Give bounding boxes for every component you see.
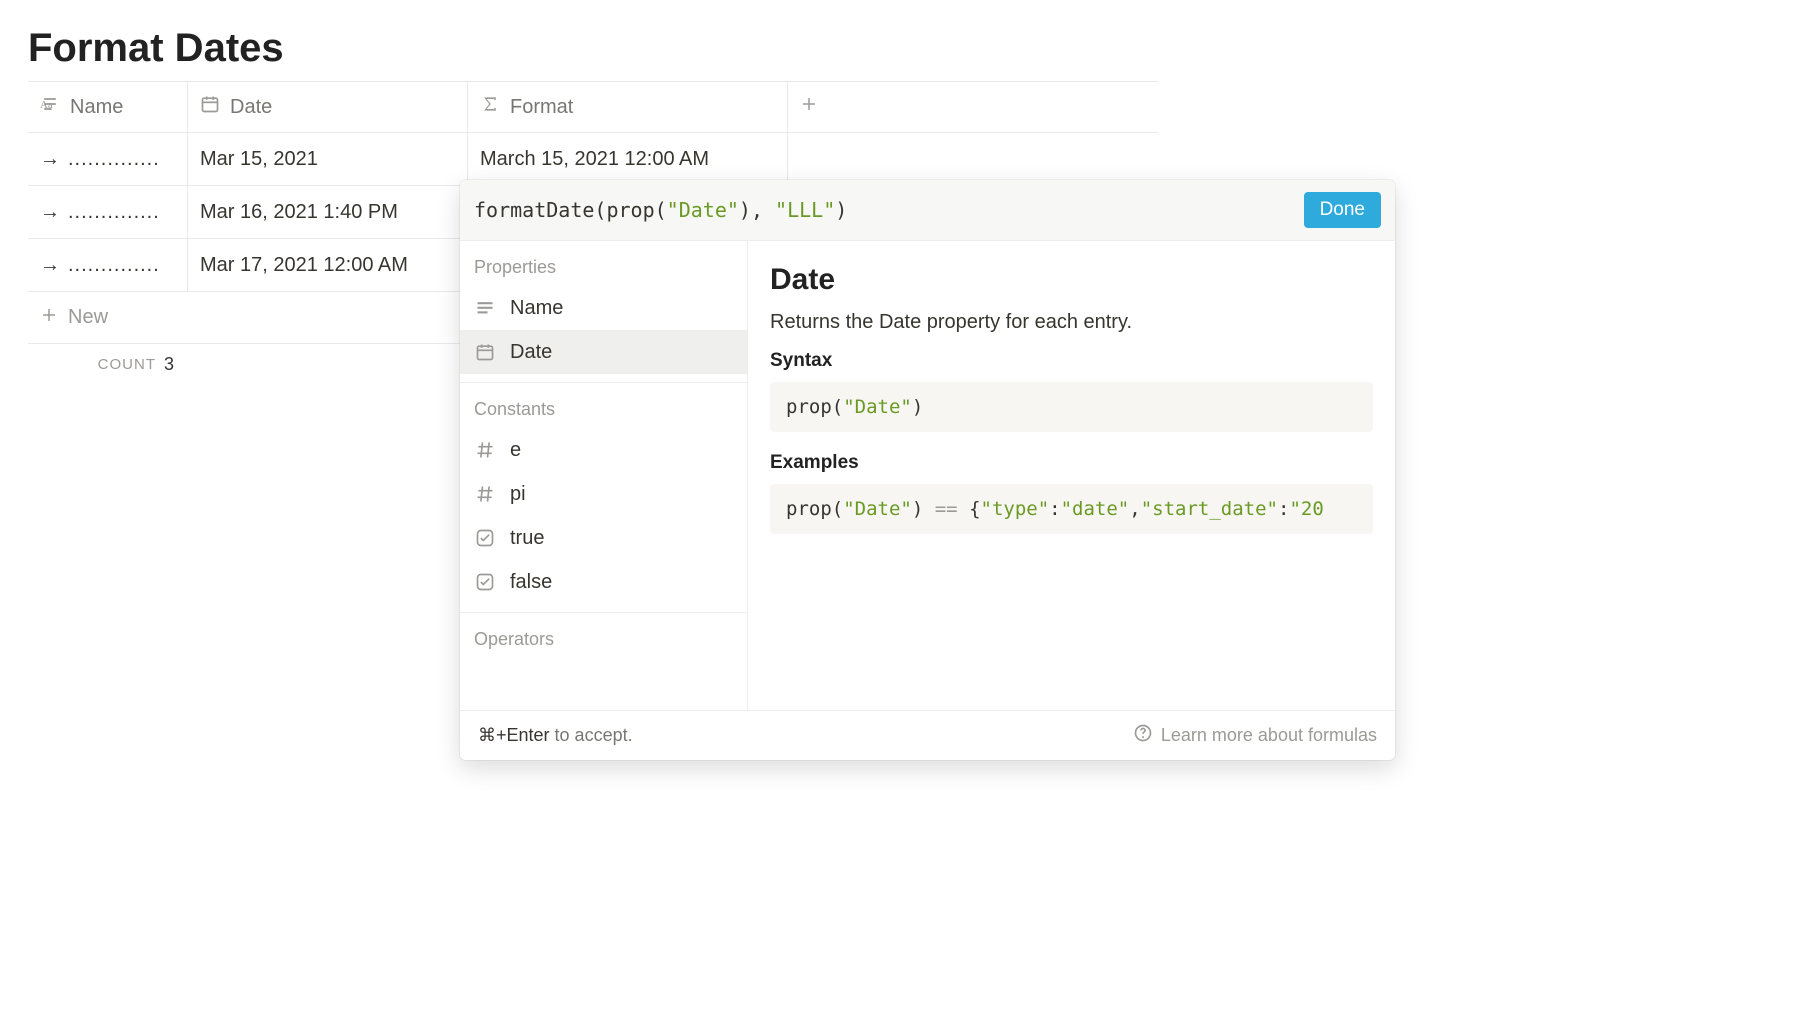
- formula-token: ): [835, 198, 847, 222]
- column-header-date[interactable]: Date: [188, 82, 468, 132]
- cell-date[interactable]: Mar 17, 2021 12:00 AM: [188, 239, 468, 291]
- formula-token: ),: [739, 198, 775, 222]
- cell-format[interactable]: March 15, 2021 12:00 AM: [468, 133, 788, 185]
- section-label-constants: Constants: [460, 383, 747, 428]
- detail-title: Date: [770, 263, 1373, 297]
- done-button[interactable]: Done: [1304, 192, 1381, 228]
- calendar-icon: [474, 342, 496, 362]
- code-token: ): [912, 498, 935, 520]
- formula-editor-footer: ⌘+Enter to accept. Learn more about form…: [460, 710, 1395, 760]
- arrow-right-icon: →: [40, 254, 60, 277]
- constant-item-false[interactable]: false: [460, 560, 747, 604]
- code-token: {: [958, 498, 981, 520]
- sigma-icon: [480, 94, 500, 120]
- section-label-operators: Operators: [460, 613, 747, 658]
- constant-item-label: pi: [510, 483, 526, 506]
- column-header-date-label: Date: [230, 96, 272, 119]
- arrow-right-icon: →: [40, 201, 60, 224]
- svg-text:Aa: Aa: [40, 99, 53, 111]
- plus-icon: [40, 306, 58, 330]
- hint-text: to accept.: [550, 725, 633, 745]
- formula-input[interactable]: formatDate(prop("Date"), "LLL"): [474, 198, 1304, 222]
- constant-item-label: e: [510, 439, 521, 462]
- property-item-date[interactable]: Date: [460, 330, 747, 374]
- code-token-string: "type": [981, 498, 1050, 520]
- property-item-label: Date: [510, 341, 552, 364]
- count-label: COUNT: [98, 356, 156, 373]
- code-token-string: "Date": [843, 498, 912, 520]
- row-name-text: ..............: [68, 254, 160, 277]
- plus-icon: [800, 95, 818, 119]
- table-header-row: Aa Name Date Format: [28, 81, 1158, 133]
- constant-item-e[interactable]: e: [460, 428, 747, 472]
- code-token-string: "date": [1061, 498, 1130, 520]
- code-token: ): [912, 396, 923, 418]
- formula-input-bar: formatDate(prop("Date"), "LLL") Done: [460, 180, 1395, 241]
- formula-token-string: "Date": [667, 198, 739, 222]
- column-header-name[interactable]: Aa Name: [28, 82, 188, 132]
- cell-name[interactable]: → ..............: [28, 239, 188, 291]
- row-name-text: ..............: [68, 148, 160, 171]
- arrow-right-icon: →: [40, 148, 60, 171]
- column-header-name-label: Name: [70, 96, 123, 119]
- code-token: ,: [1129, 498, 1140, 520]
- cell-name[interactable]: → ..............: [28, 186, 188, 238]
- code-token-string: "20: [1289, 498, 1323, 520]
- formula-editor-body: Properties Name Date Constants e: [460, 241, 1395, 710]
- cell-date[interactable]: Mar 16, 2021 1:40 PM: [188, 186, 468, 238]
- hash-icon: [474, 484, 496, 504]
- column-header-format-label: Format: [510, 96, 573, 119]
- learn-more-label: Learn more about formulas: [1161, 725, 1377, 746]
- keyboard-shortcut: ⌘+Enter: [478, 725, 550, 745]
- cell-empty: [788, 133, 1158, 185]
- hash-icon: [474, 440, 496, 460]
- formula-token-string: "LLL": [775, 198, 835, 222]
- property-item-label: Name: [510, 297, 563, 320]
- constant-item-true[interactable]: true: [460, 516, 747, 560]
- constant-item-label: false: [510, 571, 552, 594]
- constant-item-pi[interactable]: pi: [460, 472, 747, 516]
- count-value: 3: [164, 354, 174, 375]
- code-token: prop(: [786, 396, 843, 418]
- constant-item-label: true: [510, 527, 544, 550]
- formula-token: formatDate(prop(: [474, 198, 667, 222]
- count-summary[interactable]: COUNT 3: [28, 344, 188, 375]
- calendar-icon: [200, 94, 220, 120]
- checkbox-icon: [474, 572, 496, 592]
- cell-name[interactable]: → ..............: [28, 133, 188, 185]
- detail-description: Returns the Date property for each entry…: [770, 311, 1373, 334]
- example-code-block: prop("Date") == {"type":"date","start_da…: [770, 484, 1373, 534]
- text-icon: Aa: [40, 94, 60, 120]
- learn-more-link[interactable]: Learn more about formulas: [1133, 723, 1377, 748]
- accept-hint: ⌘+Enter to accept.: [478, 725, 633, 746]
- detail-examples-heading: Examples: [770, 452, 1373, 474]
- code-token-string: "Date": [843, 396, 912, 418]
- add-column-button[interactable]: [788, 82, 1158, 132]
- cell-date[interactable]: Mar 15, 2021: [188, 133, 468, 185]
- row-name-text: ..............: [68, 201, 160, 224]
- section-label-properties: Properties: [460, 241, 747, 286]
- syntax-code-block: prop("Date"): [770, 382, 1373, 432]
- code-token: prop(: [786, 498, 843, 520]
- code-token: :: [1278, 498, 1289, 520]
- page-title: Format Dates: [0, 0, 1808, 81]
- new-row-label: New: [68, 306, 108, 329]
- column-header-format[interactable]: Format: [468, 82, 788, 132]
- formula-suggestions-panel: Properties Name Date Constants e: [460, 241, 748, 710]
- property-item-name[interactable]: Name: [460, 286, 747, 330]
- code-token: :: [1049, 498, 1060, 520]
- detail-syntax-heading: Syntax: [770, 350, 1373, 372]
- code-token-string: "start_date": [1141, 498, 1278, 520]
- code-token-op: ==: [935, 498, 958, 520]
- checkbox-icon: [474, 528, 496, 548]
- text-lines-icon: [474, 298, 496, 318]
- formula-editor-popover: formatDate(prop("Date"), "LLL") Done Pro…: [460, 180, 1395, 760]
- formula-detail-panel: Date Returns the Date property for each …: [748, 241, 1395, 710]
- help-icon: [1133, 723, 1153, 748]
- table-row[interactable]: → .............. Mar 15, 2021 March 15, …: [28, 133, 1158, 186]
